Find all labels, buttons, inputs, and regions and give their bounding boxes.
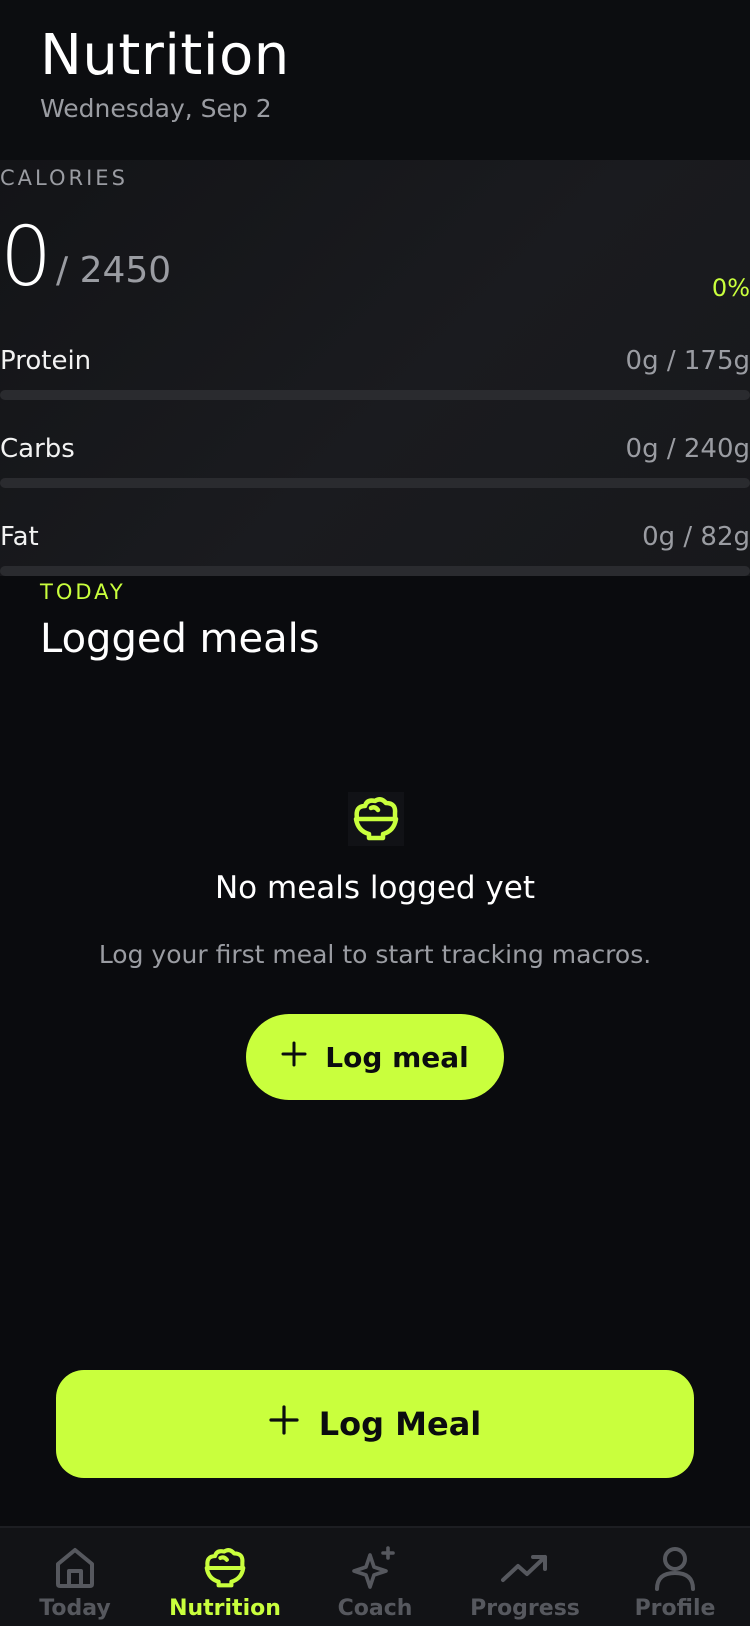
macro-value: 0g / 175g bbox=[625, 346, 750, 376]
macro-label: Fat bbox=[0, 522, 39, 552]
macro-fat: Fat 0g / 82g bbox=[0, 522, 750, 582]
trending-up-icon bbox=[495, 1542, 555, 1594]
plus-icon bbox=[269, 1405, 299, 1443]
salad-bowl-icon bbox=[195, 1542, 255, 1594]
bottom-tab-bar: Today Nutrition Coach Progress Profile bbox=[0, 1526, 750, 1626]
calories-goal: / 2450 bbox=[56, 250, 172, 291]
macro-carbs: Carbs 0g / 240g bbox=[0, 434, 750, 494]
log-meal-inline-button[interactable]: Log meal bbox=[246, 1014, 504, 1100]
user-icon bbox=[645, 1542, 705, 1594]
macro-protein: Protein 0g / 175g bbox=[0, 346, 750, 406]
log-meal-primary-button[interactable]: Log Meal bbox=[56, 1370, 694, 1478]
tab-progress[interactable]: Progress bbox=[450, 1528, 600, 1626]
tab-label: Coach bbox=[337, 1596, 413, 1621]
empty-state-text: Log your first meal to start tracking ma… bbox=[98, 940, 652, 969]
calories-percent: 0% bbox=[711, 274, 750, 302]
empty-state-title: No meals logged yet bbox=[214, 870, 535, 906]
page-date: Wednesday, Sep 2 bbox=[40, 94, 272, 123]
macro-progress-track bbox=[0, 566, 750, 576]
tab-label: Progress bbox=[470, 1596, 580, 1621]
macro-progress-track bbox=[0, 478, 750, 488]
macro-label: Carbs bbox=[0, 434, 75, 464]
sparkles-icon bbox=[345, 1542, 405, 1594]
section-eyebrow: TODAY bbox=[40, 580, 126, 604]
tab-label: Profile bbox=[634, 1596, 716, 1621]
tab-label: Nutrition bbox=[169, 1596, 281, 1621]
home-icon bbox=[45, 1542, 105, 1594]
log-meal-inline-label: Log meal bbox=[325, 1040, 469, 1074]
macro-value: 0g / 82g bbox=[642, 522, 750, 552]
section-title: Logged meals bbox=[40, 616, 320, 662]
calories-label: CALORIES bbox=[0, 166, 128, 190]
tab-coach[interactable]: Coach bbox=[300, 1528, 450, 1626]
tab-today[interactable]: Today bbox=[0, 1528, 150, 1626]
macro-value: 0g / 240g bbox=[625, 434, 750, 464]
calories-card: CALORIES 0 / 2450 0% Protein 0g / 175g C… bbox=[0, 160, 750, 576]
page-header: Nutrition Wednesday, Sep 2 bbox=[0, 0, 750, 160]
macro-progress-track bbox=[0, 390, 750, 400]
plus-icon bbox=[281, 1041, 307, 1074]
tab-nutrition[interactable]: Nutrition bbox=[150, 1528, 300, 1626]
tab-profile[interactable]: Profile bbox=[600, 1528, 750, 1626]
salad-bowl-icon bbox=[348, 792, 404, 846]
macro-label: Protein bbox=[0, 346, 92, 376]
log-meal-primary-label: Log Meal bbox=[318, 1405, 482, 1443]
tab-label: Today bbox=[39, 1596, 111, 1621]
calories-current: 0 bbox=[0, 210, 53, 305]
page-title: Nutrition bbox=[40, 23, 290, 88]
